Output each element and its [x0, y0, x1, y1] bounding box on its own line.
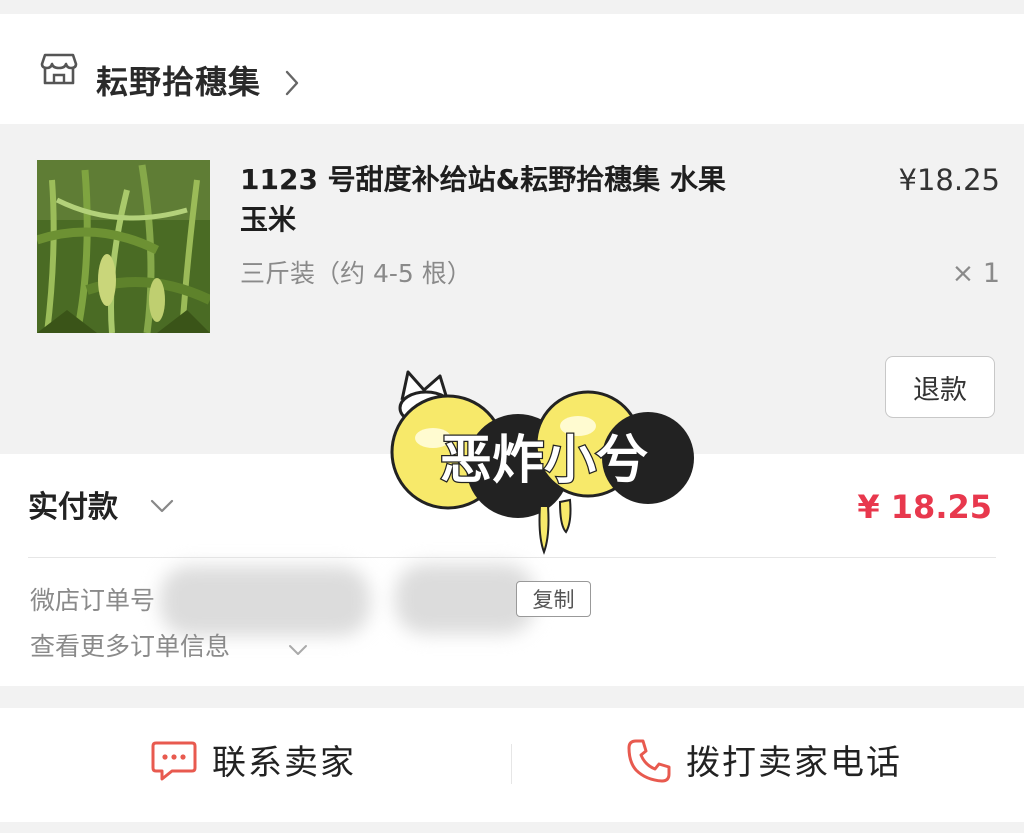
chevron-right-icon[interactable] [284, 70, 300, 96]
product-title[interactable]: 1123 号甜度补给站&耘野拾穗集 水果玉米 [240, 160, 750, 240]
contact-seller-label: 联系卖家 [212, 743, 356, 783]
watermark-text: 恶炸小兮 [440, 431, 648, 491]
paid-amount-label[interactable]: 实付款 [28, 488, 118, 528]
product-spec: 三斤装（约 4-5 根） [240, 259, 472, 288]
call-seller-label: 拨打卖家电话 [686, 743, 902, 783]
refund-button[interactable]: 退款 [885, 356, 995, 418]
product-thumbnail[interactable] [37, 160, 210, 333]
redacted-order-number [395, 564, 535, 634]
shop-name[interactable]: 耘野拾穗集 [96, 62, 261, 102]
order-number-label: 微店订单号 [30, 586, 156, 615]
bottom-action-bar: 联系卖家 拨打卖家电话 [0, 708, 1024, 822]
more-order-info-link[interactable]: 查看更多订单信息 [30, 630, 230, 664]
watermark-sticker: 恶炸小兮 [388, 366, 700, 560]
product-price: ¥18.25 [898, 163, 1000, 197]
paid-amount: ¥ 18.25 [857, 488, 992, 526]
chevron-down-icon[interactable] [150, 498, 174, 514]
contact-seller-button[interactable]: 联系卖家 [150, 738, 356, 788]
copy-button[interactable]: 复制 [516, 581, 591, 617]
redacted-order-number [160, 566, 370, 636]
product-quantity: × 1 [951, 258, 1000, 289]
divider [511, 744, 512, 784]
store-icon [40, 52, 78, 86]
shop-header[interactable]: 耘野拾穗集 [0, 14, 1024, 124]
chat-bubble-icon [150, 739, 198, 787]
phone-icon [626, 738, 672, 788]
chevron-down-icon[interactable] [288, 642, 308, 655]
call-seller-button[interactable]: 拨打卖家电话 [626, 738, 902, 788]
